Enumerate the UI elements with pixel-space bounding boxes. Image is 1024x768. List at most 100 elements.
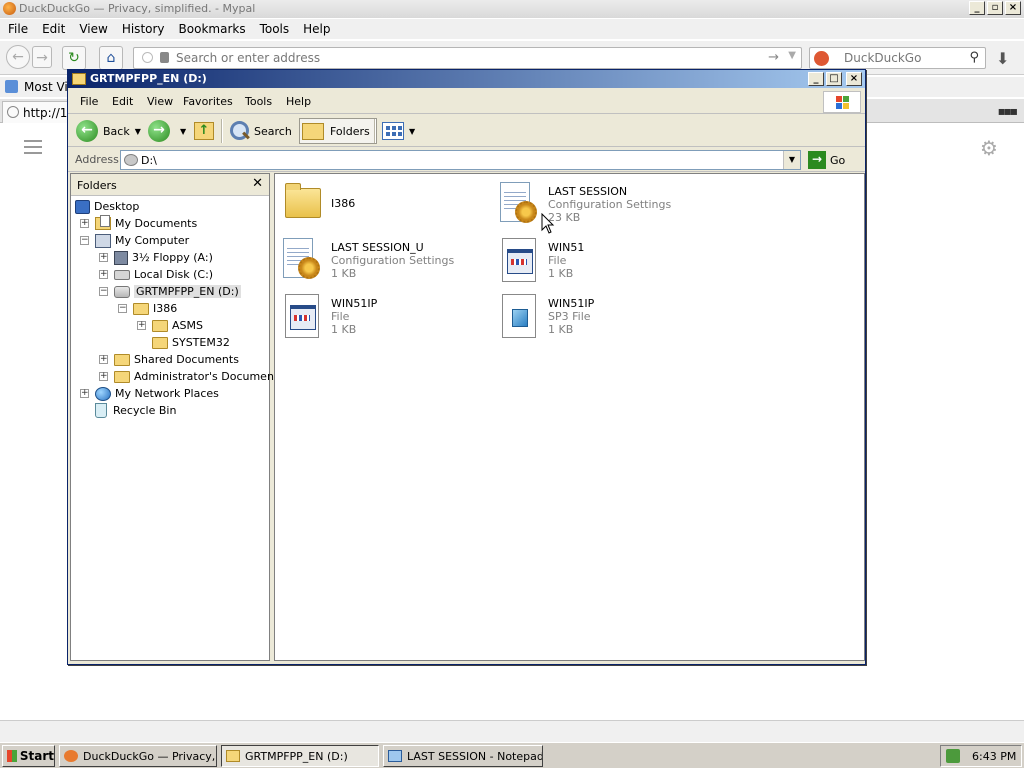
file-item-last-session-u[interactable]: LAST SESSION_U Configuration Settings 1 … xyxy=(281,236,454,284)
address-field[interactable]: D:\ ▼ xyxy=(120,150,801,170)
tree-item-my-computer[interactable]: My Computer xyxy=(95,232,189,249)
browser-minimize-button[interactable]: _ xyxy=(969,1,985,15)
tree-item-cd-drive[interactable]: GRTMPFPP_EN (D:) xyxy=(114,283,241,300)
folder-icon xyxy=(133,302,149,315)
tab-list-icon[interactable]: ▪▪▪ xyxy=(998,104,1018,118)
download-icon[interactable]: ⬇ xyxy=(996,49,1009,68)
browser-menu-history[interactable]: History xyxy=(122,19,165,39)
home-icon[interactable]: ⌂ xyxy=(99,46,123,70)
tree-label: ASMS xyxy=(172,319,203,332)
browser-menu-tools[interactable]: Tools xyxy=(260,19,290,39)
expand-icon[interactable]: + xyxy=(80,219,89,228)
file-item-i386[interactable]: I386 xyxy=(281,180,355,228)
go-arrow-icon[interactable]: → xyxy=(768,50,779,65)
browser-menu-file[interactable]: File xyxy=(8,19,28,39)
taskbar-item-notepad[interactable]: LAST SESSION - Notepad xyxy=(383,745,543,767)
go-button[interactable]: → Go xyxy=(808,151,845,169)
explorer-menu-view[interactable]: View xyxy=(147,95,173,108)
tree-item-local-disk[interactable]: Local Disk (C:) xyxy=(114,266,213,283)
browser-menu-bookmarks[interactable]: Bookmarks xyxy=(179,19,246,39)
browser-close-button[interactable]: × xyxy=(1005,1,1021,15)
item-type: File xyxy=(331,310,350,323)
expand-icon[interactable]: + xyxy=(80,389,89,398)
browser-maximize-button[interactable]: ▫ xyxy=(987,1,1003,15)
task-label: GRTMPFPP_EN (D:) xyxy=(245,749,348,763)
forward-arrow-icon[interactable]: → xyxy=(32,46,52,68)
tree-item-desktop[interactable]: Desktop xyxy=(75,198,139,215)
forward-dropdown-icon[interactable]: ▼ xyxy=(180,127,186,136)
tree-item-system32[interactable]: SYSTEM32 xyxy=(152,334,230,351)
cd-drive-icon xyxy=(114,285,130,298)
gear-icon[interactable]: ⚙ xyxy=(980,136,998,160)
config-file-icon xyxy=(498,180,542,228)
explorer-menu-file[interactable]: File xyxy=(80,95,98,108)
tree-item-my-documents[interactable]: My Documents xyxy=(95,215,197,232)
back-arrow-icon[interactable]: ← xyxy=(6,45,30,69)
windows-logo-icon xyxy=(7,750,17,762)
expand-icon[interactable]: + xyxy=(99,253,108,262)
dropdown-icon[interactable]: ▼ xyxy=(788,50,796,61)
views-dropdown-icon[interactable]: ▼ xyxy=(409,127,415,136)
explorer-maximize-button[interactable]: □ xyxy=(826,72,842,86)
tree-item-shared-documents[interactable]: Shared Documents xyxy=(114,351,239,368)
browser-menu-view[interactable]: View xyxy=(79,19,107,39)
windows-flag-icon xyxy=(823,91,861,113)
tree-label: Administrator's Documents xyxy=(134,370,284,383)
explorer-minimize-button[interactable]: _ xyxy=(808,72,824,86)
tree-item-i386[interactable]: I386 xyxy=(133,300,177,317)
clock[interactable]: 6:43 PM xyxy=(972,750,1016,763)
explorer-menu-tools[interactable]: Tools xyxy=(245,95,272,108)
network-tray-icon[interactable] xyxy=(946,749,960,763)
file-item-win51ip[interactable]: WIN51IP File 1 KB xyxy=(281,292,377,340)
search-bar[interactable]: DuckDuckGo ⚲ xyxy=(809,47,986,69)
file-item-win51[interactable]: WIN51 File 1 KB xyxy=(498,236,584,284)
tree-item-floppy[interactable]: 3½ Floppy (A:) xyxy=(114,249,213,266)
folders-label: Folders xyxy=(330,124,370,138)
taskbar-item-explorer[interactable]: GRTMPFPP_EN (D:) xyxy=(221,745,379,767)
folders-button[interactable]: Folders xyxy=(299,118,377,144)
search-label: Search xyxy=(254,124,292,138)
back-button[interactable]: ← Back ▼ xyxy=(76,118,141,144)
explorer-title-bar[interactable]: GRTMPFPP_EN (D:) _ □ × xyxy=(68,70,865,88)
local-disk-icon xyxy=(114,269,130,280)
explorer-close-button[interactable]: × xyxy=(846,72,862,86)
views-button[interactable]: ▼ xyxy=(382,118,415,144)
address-dropdown-icon[interactable]: ▼ xyxy=(783,151,800,169)
close-folders-pane-icon[interactable]: ✕ xyxy=(252,176,263,191)
folders-pane: Folders ✕ Desktop + My Documents − My Co… xyxy=(70,173,284,661)
taskbar-item-browser[interactable]: DuckDuckGo — Privacy, ... xyxy=(59,745,217,767)
expand-icon[interactable]: + xyxy=(137,321,146,330)
collapse-icon[interactable]: − xyxy=(80,236,89,245)
collapse-icon[interactable]: − xyxy=(118,304,127,313)
recycle-bin-icon xyxy=(95,403,107,418)
cd-drive-icon xyxy=(124,154,138,166)
file-item-win51ip-sp3[interactable]: WIN51IP SP3 File 1 KB xyxy=(498,292,594,340)
expand-icon[interactable]: + xyxy=(99,270,108,279)
browser-menu-edit[interactable]: Edit xyxy=(42,19,65,39)
folders-pane-header: Folders ✕ xyxy=(71,174,269,196)
expand-icon[interactable]: + xyxy=(99,355,108,364)
reload-icon[interactable]: ↻ xyxy=(62,46,86,70)
tree-item-asms[interactable]: ASMS xyxy=(152,317,203,334)
tree-item-recycle-bin[interactable]: Recycle Bin xyxy=(93,402,176,419)
explorer-menu-help[interactable]: Help xyxy=(286,95,311,108)
explorer-menu-edit[interactable]: Edit xyxy=(112,95,133,108)
tree-label: Shared Documents xyxy=(134,353,239,366)
hamburger-menu-icon[interactable] xyxy=(24,140,42,158)
start-button[interactable]: Start xyxy=(2,745,55,767)
tree-item-admin-documents[interactable]: Administrator's Documents xyxy=(114,368,284,385)
tree-item-network-places[interactable]: My Network Places xyxy=(95,385,219,402)
forward-button[interactable]: → ▼ xyxy=(148,118,186,144)
browser-menu-help[interactable]: Help xyxy=(303,19,330,39)
explorer-menu-favorites[interactable]: Favorites xyxy=(183,95,233,108)
tree-label: GRTMPFPP_EN (D:) xyxy=(134,285,241,298)
expand-icon[interactable]: + xyxy=(99,372,108,381)
tree-label: 3½ Floppy (A:) xyxy=(132,251,213,264)
file-item-last-session[interactable]: LAST SESSION Configuration Settings 23 K… xyxy=(498,180,671,228)
address-bar[interactable]: Search or enter address → ▼ xyxy=(133,47,802,69)
up-button[interactable]: ↑ xyxy=(194,118,214,144)
search-icon[interactable]: ⚲ xyxy=(969,50,979,65)
search-button[interactable]: Search xyxy=(228,118,292,144)
back-dropdown-icon[interactable]: ▼ xyxy=(135,127,141,136)
collapse-icon[interactable]: − xyxy=(99,287,108,296)
